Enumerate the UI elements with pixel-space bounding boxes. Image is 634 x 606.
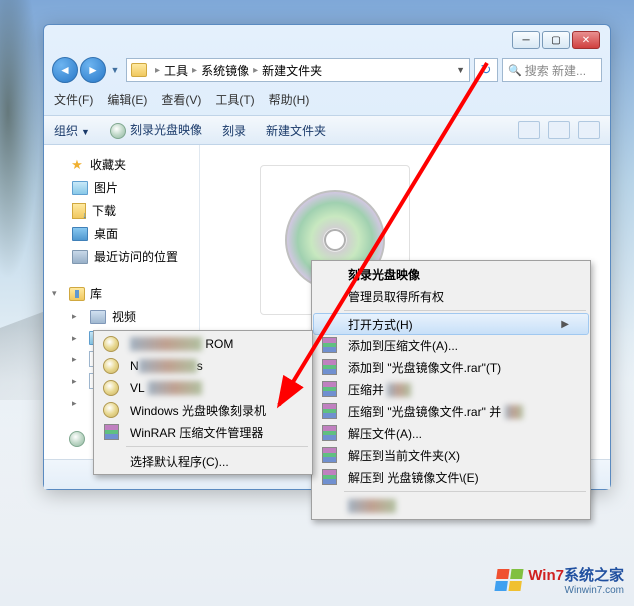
menu-file[interactable]: 文件(F) bbox=[54, 91, 93, 111]
watermark: Win7系统之家 Winwin7.com bbox=[496, 564, 624, 596]
cd-icon bbox=[103, 380, 119, 396]
ctx-app-item[interactable]: VL xxxxxxxxx bbox=[96, 377, 310, 399]
ctx-app-windows-burner[interactable]: Windows 光盘映像刻录机 bbox=[96, 399, 310, 421]
new-folder-button[interactable]: 新建文件夹 bbox=[266, 122, 326, 139]
navigation-bar: ◄ ► ▼ ▸ 工具 ▸ 系统镜像 ▸ 新建文件夹 ▼ ↻ 🔍 搜索 新建... bbox=[52, 55, 602, 85]
menu-edit[interactable]: 编辑(E) bbox=[107, 91, 147, 111]
video-icon bbox=[90, 310, 106, 324]
ctx-extract-here[interactable]: 解压到当前文件夹(X) bbox=[314, 444, 588, 466]
rar-icon bbox=[322, 469, 337, 485]
menu-tools[interactable]: 工具(T) bbox=[215, 91, 254, 111]
rar-icon bbox=[322, 425, 337, 441]
ctx-add-to-named-rar[interactable]: 添加到 "光盘镜像文件.rar"(T) bbox=[314, 356, 588, 378]
back-button[interactable]: ◄ bbox=[52, 57, 78, 83]
sidebar-item-desktop[interactable]: 桌面 bbox=[44, 222, 199, 245]
recent-icon bbox=[72, 250, 88, 264]
ctx-app-nero[interactable]: Nero Express bbox=[96, 355, 310, 377]
disc-icon bbox=[110, 123, 126, 139]
organize-button[interactable]: 组织▼ bbox=[54, 122, 90, 139]
maximize-button[interactable]: ▢ bbox=[542, 31, 570, 49]
sidebar-item-downloads[interactable]: 下载 bbox=[44, 199, 199, 222]
ctx-extract-files[interactable]: 解压文件(A)... bbox=[314, 422, 588, 444]
breadcrumb-segment[interactable]: 新建文件夹 bbox=[262, 62, 322, 79]
cd-icon bbox=[103, 402, 119, 418]
search-placeholder: 搜索 新建... bbox=[525, 62, 586, 79]
toolbar: 组织▼ 刻录光盘映像 刻录 新建文件夹 bbox=[44, 115, 610, 145]
rar-icon bbox=[322, 403, 337, 419]
favorites-header[interactable]: ★ 收藏夹 bbox=[44, 153, 199, 176]
rar-icon bbox=[322, 337, 337, 353]
address-bar[interactable]: ▸ 工具 ▸ 系统镜像 ▸ 新建文件夹 ▼ bbox=[126, 58, 470, 82]
cd-icon bbox=[103, 358, 119, 374]
rar-icon bbox=[322, 447, 337, 463]
windows-flag-icon bbox=[495, 569, 524, 591]
ctx-item-blurred[interactable]: xxxxxxxx bbox=[314, 495, 588, 517]
menu-bar: 文件(F) 编辑(E) 查看(V) 工具(T) 帮助(H) bbox=[54, 91, 600, 111]
pictures-icon bbox=[72, 181, 88, 195]
ctx-compress-and[interactable]: 压缩并 xxxx bbox=[314, 378, 588, 400]
view-options-button[interactable] bbox=[518, 121, 540, 139]
library-icon bbox=[69, 287, 85, 301]
context-menu-main: 刻录光盘映像 管理员取得所有权 打开方式(H)▶ 添加到压缩文件(A)... 添… bbox=[311, 260, 591, 520]
breadcrumb-segment[interactable]: 系统镜像 bbox=[201, 62, 249, 79]
sidebar-item-recent[interactable]: 最近访问的位置 bbox=[44, 245, 199, 268]
window-controls: ─ ▢ ✕ bbox=[512, 31, 600, 49]
ctx-open-with[interactable]: 打开方式(H)▶ bbox=[313, 313, 589, 335]
address-dropdown-icon[interactable]: ▼ bbox=[456, 65, 465, 75]
drive-icon bbox=[69, 431, 85, 447]
breadcrumb-segment[interactable]: 工具 bbox=[164, 62, 188, 79]
ctx-extract-to-folder[interactable]: 解压到 光盘镜像文件\(E) bbox=[314, 466, 588, 488]
desktop-icon bbox=[72, 227, 88, 241]
menu-help[interactable]: 帮助(H) bbox=[269, 91, 310, 111]
search-input[interactable]: 🔍 搜索 新建... bbox=[502, 58, 602, 82]
libraries-header[interactable]: ▾ 库 bbox=[44, 282, 199, 305]
ctx-compress-named-and[interactable]: 压缩到 "光盘镜像文件.rar" 并 xxx bbox=[314, 400, 588, 422]
forward-button[interactable]: ► bbox=[80, 57, 106, 83]
download-icon bbox=[72, 203, 86, 219]
ctx-choose-default[interactable]: 选择默认程序(C)... bbox=[96, 450, 310, 472]
history-dropdown-icon[interactable]: ▼ bbox=[108, 57, 122, 83]
menu-view[interactable]: 查看(V) bbox=[161, 91, 201, 111]
close-button[interactable]: ✕ bbox=[572, 31, 600, 49]
sidebar-item-pictures[interactable]: 图片 bbox=[44, 176, 199, 199]
rar-icon bbox=[322, 359, 337, 375]
preview-pane-button[interactable] bbox=[548, 121, 570, 139]
cd-icon bbox=[103, 336, 119, 352]
ctx-add-to-archive[interactable]: 添加到压缩文件(A)... bbox=[314, 334, 588, 356]
chevron-right-icon: ▶ bbox=[561, 319, 569, 330]
context-menu-open-with: xxxxxxxxxxxx ROM Nero Express VL xxxxxxx… bbox=[93, 330, 313, 475]
burn-image-button[interactable]: 刻录光盘映像 bbox=[110, 121, 202, 139]
help-button[interactable] bbox=[578, 121, 600, 139]
star-icon: ★ bbox=[69, 157, 85, 173]
rar-icon bbox=[104, 424, 119, 440]
search-icon: 🔍 bbox=[508, 64, 522, 77]
folder-icon bbox=[131, 63, 147, 77]
refresh-button[interactable]: ↻ bbox=[474, 58, 498, 82]
sidebar-item-videos[interactable]: ▸视频 bbox=[44, 305, 199, 328]
ctx-admin-ownership[interactable]: 管理员取得所有权 bbox=[314, 285, 588, 307]
rar-icon bbox=[322, 381, 337, 397]
burn-button[interactable]: 刻录 bbox=[222, 122, 246, 139]
ctx-burn-disc-image[interactable]: 刻录光盘映像 bbox=[314, 263, 588, 285]
minimize-button[interactable]: ─ bbox=[512, 31, 540, 49]
ctx-app-winrar[interactable]: WinRAR 压缩文件管理器 bbox=[96, 421, 310, 443]
ctx-app-item[interactable]: xxxxxxxxxxxx ROM bbox=[96, 333, 310, 355]
